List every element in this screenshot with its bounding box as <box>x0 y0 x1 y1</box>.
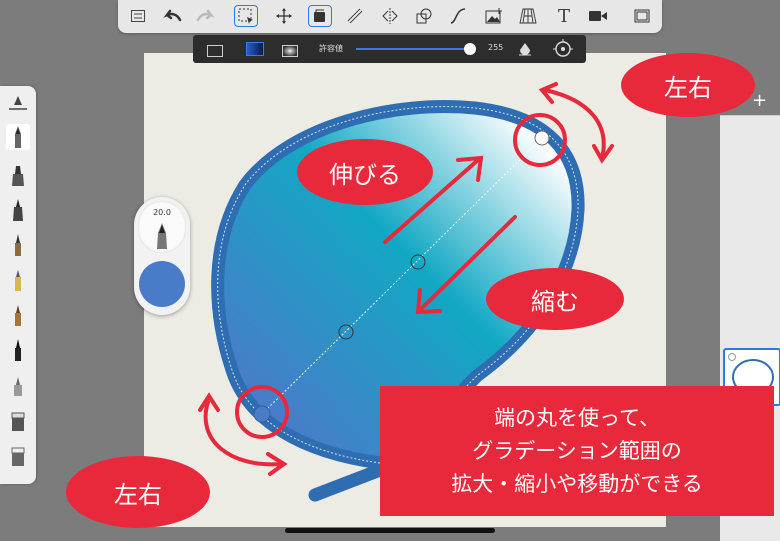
gradient-end-handle <box>534 130 550 146</box>
sample-all-layers-icon[interactable] <box>553 39 573 63</box>
brush-library-icon[interactable] <box>6 92 30 118</box>
home-indicator <box>285 528 495 533</box>
eraser-soft-icon[interactable] <box>6 442 30 468</box>
ink-pen-brush-icon[interactable] <box>6 197 30 223</box>
symmetry-icon[interactable] <box>378 5 402 27</box>
perspective-icon[interactable] <box>516 5 540 27</box>
marker-brush-icon[interactable] <box>6 162 30 188</box>
threshold-slider-knob[interactable] <box>464 43 476 55</box>
text-icon-glyph: T <box>557 5 570 27</box>
brush-puck: 20.0 <box>134 197 190 315</box>
brush-tip-icon <box>157 223 167 249</box>
info-line-2: グラデーション範囲の <box>472 438 682 463</box>
gradient-start-handle <box>253 405 271 423</box>
eraser-hard-icon[interactable] <box>6 407 30 433</box>
left-right-callout-bottom-text: 左右 <box>114 480 162 509</box>
text-icon[interactable]: T <box>552 5 576 27</box>
shapes-icon[interactable] <box>412 5 436 27</box>
left-right-callout-bottom: 左右 <box>66 456 210 528</box>
left-right-callout-top: 左右 <box>621 53 755 117</box>
add-layer-button[interactable]: + <box>752 90 767 111</box>
main-toolbar: T <box>118 0 662 33</box>
fill-options-bar: 許容値 255 <box>193 35 586 63</box>
oil-brush-icon[interactable] <box>6 302 30 328</box>
stretch-callout-text: 伸びる <box>329 160 401 189</box>
fill-icon[interactable] <box>308 5 332 27</box>
stretch-callout: 伸びる <box>297 139 433 205</box>
curve-icon[interactable] <box>446 5 470 27</box>
pencil-brush-icon[interactable] <box>6 124 30 150</box>
linear-gradient-icon[interactable] <box>246 41 264 60</box>
radial-gradient-icon[interactable] <box>282 42 298 61</box>
list-icon[interactable] <box>126 5 150 27</box>
brush-palette <box>0 86 36 484</box>
info-line-1: 端の丸を使って、 <box>494 405 660 430</box>
undo-icon[interactable] <box>160 5 184 27</box>
left-right-callout-top-text: 左右 <box>664 73 712 102</box>
felt-pen-brush-icon[interactable] <box>6 267 30 293</box>
info-box: 端の丸を使って、 グラデーション範囲の 拡大・縮小や移動ができる <box>380 386 774 516</box>
transform-icon[interactable] <box>272 5 296 27</box>
brush-size-puck[interactable]: 20.0 <box>138 201 186 253</box>
ruler-icon[interactable] <box>343 5 367 27</box>
shrink-callout: 縮む <box>486 268 624 330</box>
airbrush-icon[interactable] <box>6 372 30 398</box>
image-icon[interactable] <box>482 5 506 27</box>
redo-icon[interactable] <box>194 5 218 27</box>
threshold-label: 許容値 <box>319 44 343 53</box>
threshold-slider[interactable] <box>356 43 476 55</box>
info-line-3: 拡大・縮小や移動ができる <box>451 471 703 496</box>
calligraphy-brush-icon[interactable] <box>6 337 30 363</box>
shrink-callout-text: 縮む <box>531 287 579 316</box>
video-icon[interactable] <box>586 5 610 27</box>
solid-fill-icon[interactable] <box>207 42 223 61</box>
layout-icon[interactable] <box>630 5 654 27</box>
threshold-value: 255 <box>488 43 504 52</box>
brush-size-value: 20.0 <box>153 208 171 217</box>
fill-drop-icon[interactable] <box>518 41 532 61</box>
color-puck[interactable] <box>139 261 185 307</box>
selection-icon[interactable] <box>234 5 258 27</box>
paintbrush-icon[interactable] <box>6 232 30 258</box>
